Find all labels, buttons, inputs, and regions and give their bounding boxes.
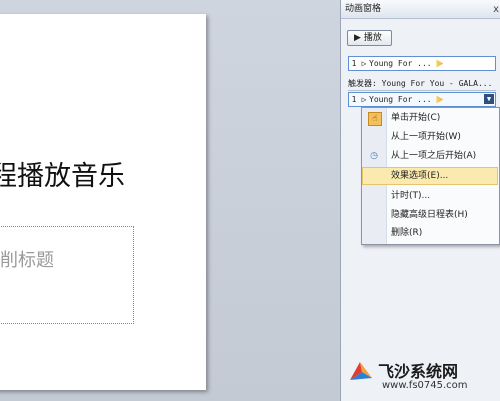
menu-item-start-with-previous[interactable]: 从上一项开始(W) <box>363 129 497 145</box>
menu-item-hide-advanced-timeline[interactable]: 隐藏高级日程表(H) <box>363 207 497 223</box>
menu-item-label: 隐藏高级日程表(H) <box>391 210 468 220</box>
menu-item-start-after-previous[interactable]: ◷ 从上一项之后开始(A) <box>363 148 497 164</box>
animation-item[interactable]: 1 ▷ Young For ... <box>348 56 496 71</box>
pane-header: 动画窗格 x <box>341 0 500 19</box>
animation-item-label: Young For ... <box>369 59 432 68</box>
animation-item-number: 1 <box>351 59 357 68</box>
animation-item-selected[interactable]: 1 ▷ Young For ... ▼ <box>348 92 496 107</box>
menu-item-label: 单击开始(C) <box>391 113 441 123</box>
clock-icon: ◷ <box>370 151 378 161</box>
menu-item-label: 删除(R) <box>391 228 423 238</box>
play-triangle-icon: ▷ <box>361 59 367 68</box>
close-icon[interactable]: x <box>493 1 499 19</box>
timing-bar-icon <box>436 59 444 68</box>
animation-item-number: 1 <box>351 95 357 104</box>
watermark-url: www.fs0745.com <box>382 380 468 391</box>
play-label: 播放 <box>363 33 382 43</box>
menu-item-start-on-click[interactable]: ☝ 单击开始(C) <box>363 110 497 126</box>
slide-canvas[interactable]: 程播放音乐 削标题 <box>0 14 206 390</box>
menu-item-delete[interactable]: 删除(R) <box>363 225 497 241</box>
play-triangle-icon: ▷ <box>361 95 367 104</box>
subtitle-placeholder-box[interactable] <box>0 226 134 324</box>
play-button[interactable]: ▶ 播放 <box>347 30 392 46</box>
trigger-label: 触发器: Young For You - GALA... <box>348 78 496 91</box>
dropdown-arrow-icon[interactable]: ▼ <box>484 94 494 104</box>
watermark-title: 飞沙系统网 <box>378 362 459 381</box>
slide-workspace: 程播放音乐 削标题 <box>0 0 340 401</box>
pane-title: 动画窗格 <box>345 4 382 14</box>
play-icon: ▶ <box>354 33 361 43</box>
slide-title[interactable]: 程播放音乐 <box>0 154 125 193</box>
watermark-logo-icon <box>350 362 372 380</box>
menu-item-label: 计时(T)... <box>391 191 431 201</box>
watermark: 飞沙系统网 www.fs0745.com <box>348 356 498 396</box>
menu-item-label: 效果选项(E)... <box>391 171 449 181</box>
timing-bar-icon <box>436 95 444 104</box>
mouse-click-icon: ☝ <box>368 112 382 126</box>
menu-item-label: 从上一项之后开始(A) <box>391 151 477 161</box>
menu-item-label: 从上一项开始(W) <box>391 132 461 142</box>
menu-item-effect-options[interactable]: 效果选项(E)... <box>362 167 498 185</box>
subtitle-placeholder-text: 削标题 <box>0 250 54 271</box>
animation-item-label: Young For ... <box>369 95 432 104</box>
animation-context-menu: ☝ 单击开始(C) 从上一项开始(W) ◷ 从上一项之后开始(A) 效果选项(E… <box>361 107 500 245</box>
menu-item-timing[interactable]: 计时(T)... <box>363 188 497 204</box>
